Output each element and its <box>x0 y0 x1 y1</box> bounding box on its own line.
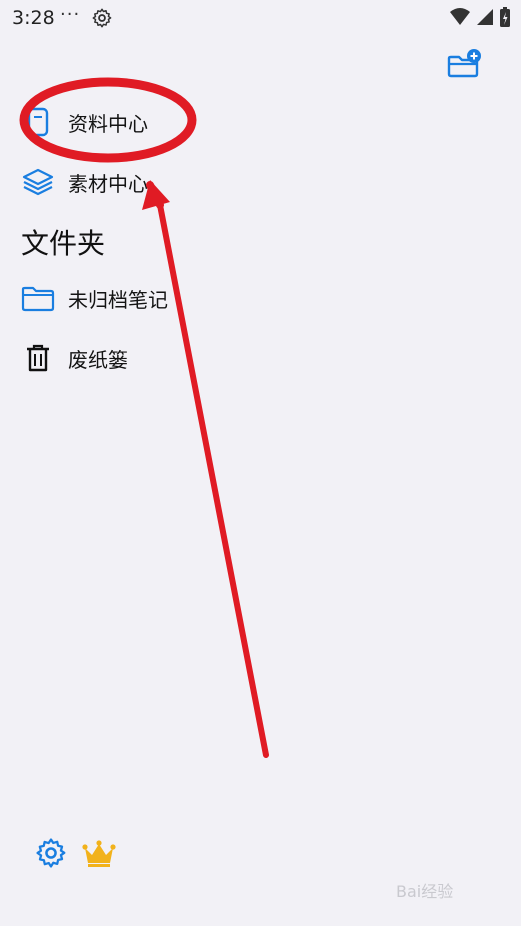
folder-item-unfiled-notes[interactable]: 未归档笔记 <box>20 278 168 318</box>
document-icon <box>20 104 56 140</box>
status-bar: 3:28 ··· <box>0 0 521 36</box>
folder-item-label: 废纸篓 <box>68 347 128 372</box>
gear-icon <box>36 838 66 868</box>
annotation-arrow <box>142 180 269 758</box>
layers-icon <box>20 164 56 200</box>
signal-icon <box>475 7 495 31</box>
nav-item-label: 素材中心 <box>68 171 148 196</box>
settings-button[interactable] <box>34 836 68 870</box>
battery-icon <box>499 6 511 32</box>
more-notifications-icon: ··· <box>60 4 81 25</box>
folder-icon <box>20 280 56 316</box>
folder-item-trash[interactable]: 废纸篓 <box>20 338 128 378</box>
wifi-icon <box>449 7 471 31</box>
nav-item-label: 资料中心 <box>68 111 148 136</box>
status-time: 3:28 <box>12 7 55 29</box>
nav-item-resource-center[interactable]: 资料中心 <box>20 102 148 142</box>
vip-button[interactable] <box>81 838 117 870</box>
new-folder-button[interactable] <box>446 48 482 80</box>
nav-item-material-center[interactable]: 素材中心 <box>20 162 148 202</box>
new-folder-icon <box>447 49 481 78</box>
trash-icon <box>20 340 56 376</box>
folders-section-title: 文件夹 <box>21 227 106 260</box>
watermark: Bai经验 <box>396 882 454 901</box>
folder-item-label: 未归档笔记 <box>68 287 168 312</box>
crown-icon <box>82 840 116 867</box>
settings-notification-icon <box>91 7 113 33</box>
